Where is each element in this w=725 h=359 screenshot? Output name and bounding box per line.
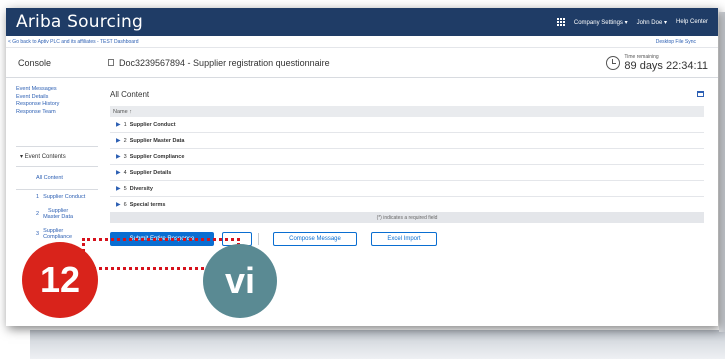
- table-row[interactable]: ▶ 1 Supplier Conduct: [110, 117, 704, 133]
- step-number-badge: 12: [22, 242, 98, 318]
- console-label: Console: [18, 57, 52, 68]
- button-divider: [258, 233, 259, 245]
- app-grid-icon[interactable]: [556, 18, 565, 26]
- sidebar-item-supplier-conduct[interactable]: 1 Supplier Conduct: [16, 190, 98, 204]
- sidebar-link-response-team[interactable]: Response Team: [16, 109, 98, 117]
- desktop-file-sync-link[interactable]: Desktop File Sync: [656, 39, 696, 45]
- header-row: Console Doc3239567894 - Supplier registr…: [6, 48, 718, 78]
- expand-icon[interactable]: ▶: [116, 185, 121, 192]
- sidebar-link-response-history[interactable]: Response History: [16, 101, 98, 109]
- table-options-icon[interactable]: [697, 91, 704, 97]
- expand-icon[interactable]: ▶: [116, 169, 121, 176]
- excel-import-button[interactable]: Excel Import: [371, 232, 437, 246]
- back-to-dashboard-link[interactable]: < Go back to Aptiv PLC and its affiliate…: [8, 39, 139, 45]
- compose-message-button[interactable]: Compose Message: [273, 232, 357, 246]
- table-row[interactable]: ▶ 3 Supplier Compliance: [110, 149, 704, 165]
- top-nav: Company Settings ▾ John Doe ▾ Help Cente…: [556, 18, 708, 26]
- document-title: Doc3239567894 - Supplier registration qu…: [98, 58, 330, 68]
- event-contents-toggle[interactable]: ▾ Event Contents: [16, 146, 98, 167]
- expand-icon[interactable]: ▶: [116, 201, 121, 208]
- main-panel: All Content Name ↑ ▶ 1 Supplier Conduct …: [98, 78, 718, 326]
- document-icon: [108, 59, 114, 66]
- brand-title: Ariba Sourcing: [16, 12, 143, 32]
- sub-bar: < Go back to Aptiv PLC and its affiliate…: [6, 36, 718, 48]
- company-settings-menu[interactable]: Company Settings ▾: [574, 19, 628, 26]
- expand-icon[interactable]: ▶: [116, 121, 121, 128]
- table-row[interactable]: ▶ 6 Special terms: [110, 197, 704, 213]
- user-menu[interactable]: John Doe ▾: [637, 19, 667, 26]
- all-content-title: All Content: [110, 89, 150, 99]
- screenshot-frame: Ariba Sourcing Company Settings ▾ John D…: [6, 8, 718, 326]
- sidebar-item-all-content[interactable]: All Content: [16, 167, 98, 190]
- help-center-link[interactable]: Help Center: [676, 19, 708, 25]
- bottom-shadow: [30, 330, 725, 359]
- table-row[interactable]: ▶ 5 Diversity: [110, 181, 704, 197]
- expand-icon[interactable]: ▶: [116, 153, 121, 160]
- content-table: Name ↑ ▶ 1 Supplier Conduct ▶ 2 Supplier…: [110, 106, 704, 223]
- sidebar-links: Event Messages Event Details Response Hi…: [16, 86, 98, 116]
- table-row[interactable]: ▶ 2 Supplier Master Data: [110, 133, 704, 149]
- required-field-note: (*) indicates a required field: [110, 213, 704, 223]
- expand-icon[interactable]: ▶: [116, 137, 121, 144]
- clock-icon: [606, 55, 621, 70]
- table-row[interactable]: ▶ 4 Supplier Details: [110, 165, 704, 181]
- sidebar-item-supplier-master-data[interactable]: 2 Supplier Master Data: [16, 204, 98, 224]
- right-shadow: [719, 12, 725, 332]
- document-title-text: Doc3239567894 - Supplier registration qu…: [119, 57, 330, 68]
- top-bar: Ariba Sourcing Company Settings ▾ John D…: [6, 8, 718, 36]
- column-header-name[interactable]: Name ↑: [110, 106, 704, 117]
- sidebar-link-event-details[interactable]: Event Details: [16, 94, 98, 102]
- time-remaining-value: 89 days 22:34:11: [624, 59, 708, 72]
- all-content-header: All Content: [110, 88, 704, 100]
- time-remaining: Time remaining 89 days 22:34:11: [606, 54, 718, 72]
- content-body: Event Messages Event Details Response Hi…: [6, 78, 718, 326]
- roman-numeral-badge: vi: [203, 244, 277, 318]
- sidebar-link-event-messages[interactable]: Event Messages: [16, 86, 98, 94]
